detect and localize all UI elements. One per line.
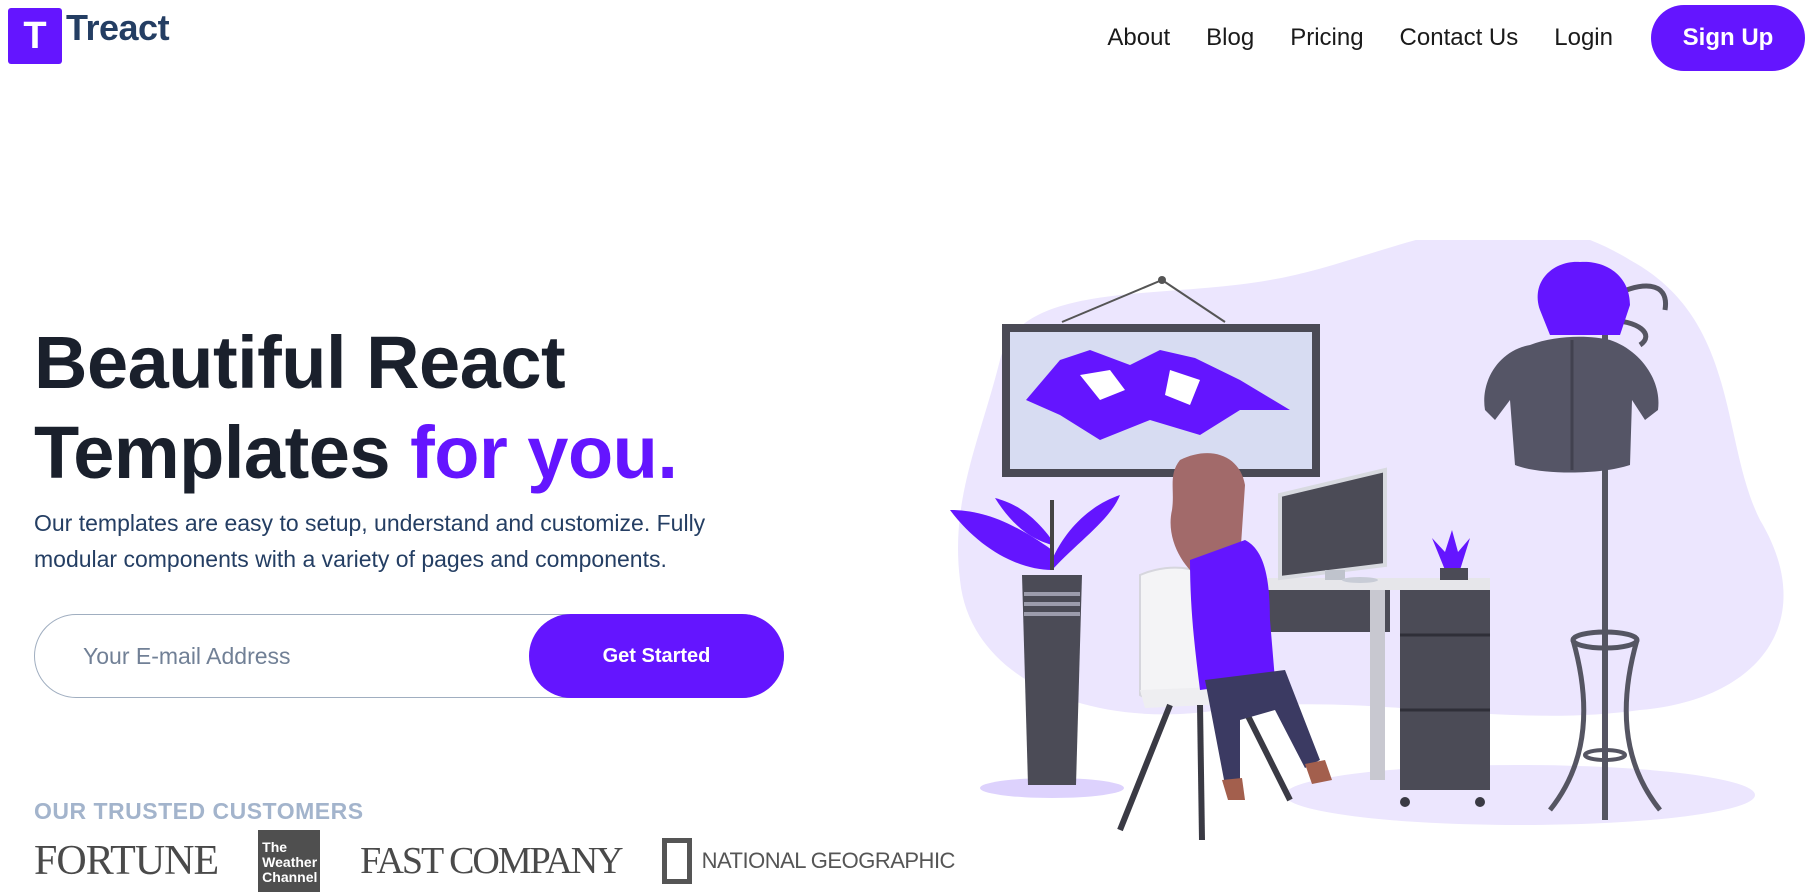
customer-logos: FORTUNE The Weather Channel FAST COMPANY… — [34, 830, 995, 892]
woman-shoe-right — [1305, 760, 1332, 784]
woman-at-desk-illustration — [950, 240, 1784, 840]
frame-nail-icon — [1158, 276, 1166, 284]
woman-sweater — [1190, 540, 1275, 690]
sign-up-button[interactable]: Sign Up — [1651, 5, 1805, 71]
hero-headline: Beautiful React Templates for you. — [34, 318, 678, 498]
woman-shoe-left — [1222, 778, 1245, 800]
headline-accent: for you. — [410, 411, 678, 494]
weather-channel-logo: The Weather Channel — [258, 830, 321, 892]
coat-rack-shadow — [1285, 765, 1755, 825]
headline-line2: Templates — [34, 411, 411, 494]
nav-pricing[interactable]: Pricing — [1290, 24, 1363, 52]
natgeo-yellow-border-icon — [661, 838, 692, 884]
hero-subtext: Our templates are easy to setup, underst… — [34, 510, 706, 572]
email-signup-form: Get Started — [34, 614, 784, 698]
brand-name: Treact — [66, 7, 170, 48]
brand-logo[interactable]: T Treact — [8, 7, 170, 64]
get-started-button[interactable]: Get Started — [529, 614, 784, 698]
fortune-logo: FORTUNE — [34, 838, 219, 884]
fast-company-logo: FAST COMPANY — [360, 840, 623, 882]
national-geographic-logo: NATIONAL GEOGRAPHIC — [661, 838, 956, 884]
trusted-customers-title: OUR TRUSTED CUSTOMERS — [34, 798, 364, 824]
nav-login[interactable]: Login — [1554, 24, 1613, 52]
desk-cabinet — [1400, 590, 1490, 790]
weather-channel-text: The Weather Channel — [262, 839, 318, 885]
nav-contact-us[interactable]: Contact Us — [1400, 24, 1519, 52]
logo-mark: T — [8, 8, 62, 64]
headline-line1: Beautiful React — [34, 321, 566, 404]
desk-drawer — [1250, 590, 1390, 632]
natgeo-text: NATIONAL GEOGRAPHIC — [701, 848, 956, 873]
nav-about[interactable]: About — [1107, 24, 1170, 52]
plant-pot — [1022, 575, 1082, 785]
main-nav: About Blog Pricing Contact Us Login Sign… — [1107, 5, 1805, 71]
nav-blog[interactable]: Blog — [1206, 24, 1254, 52]
